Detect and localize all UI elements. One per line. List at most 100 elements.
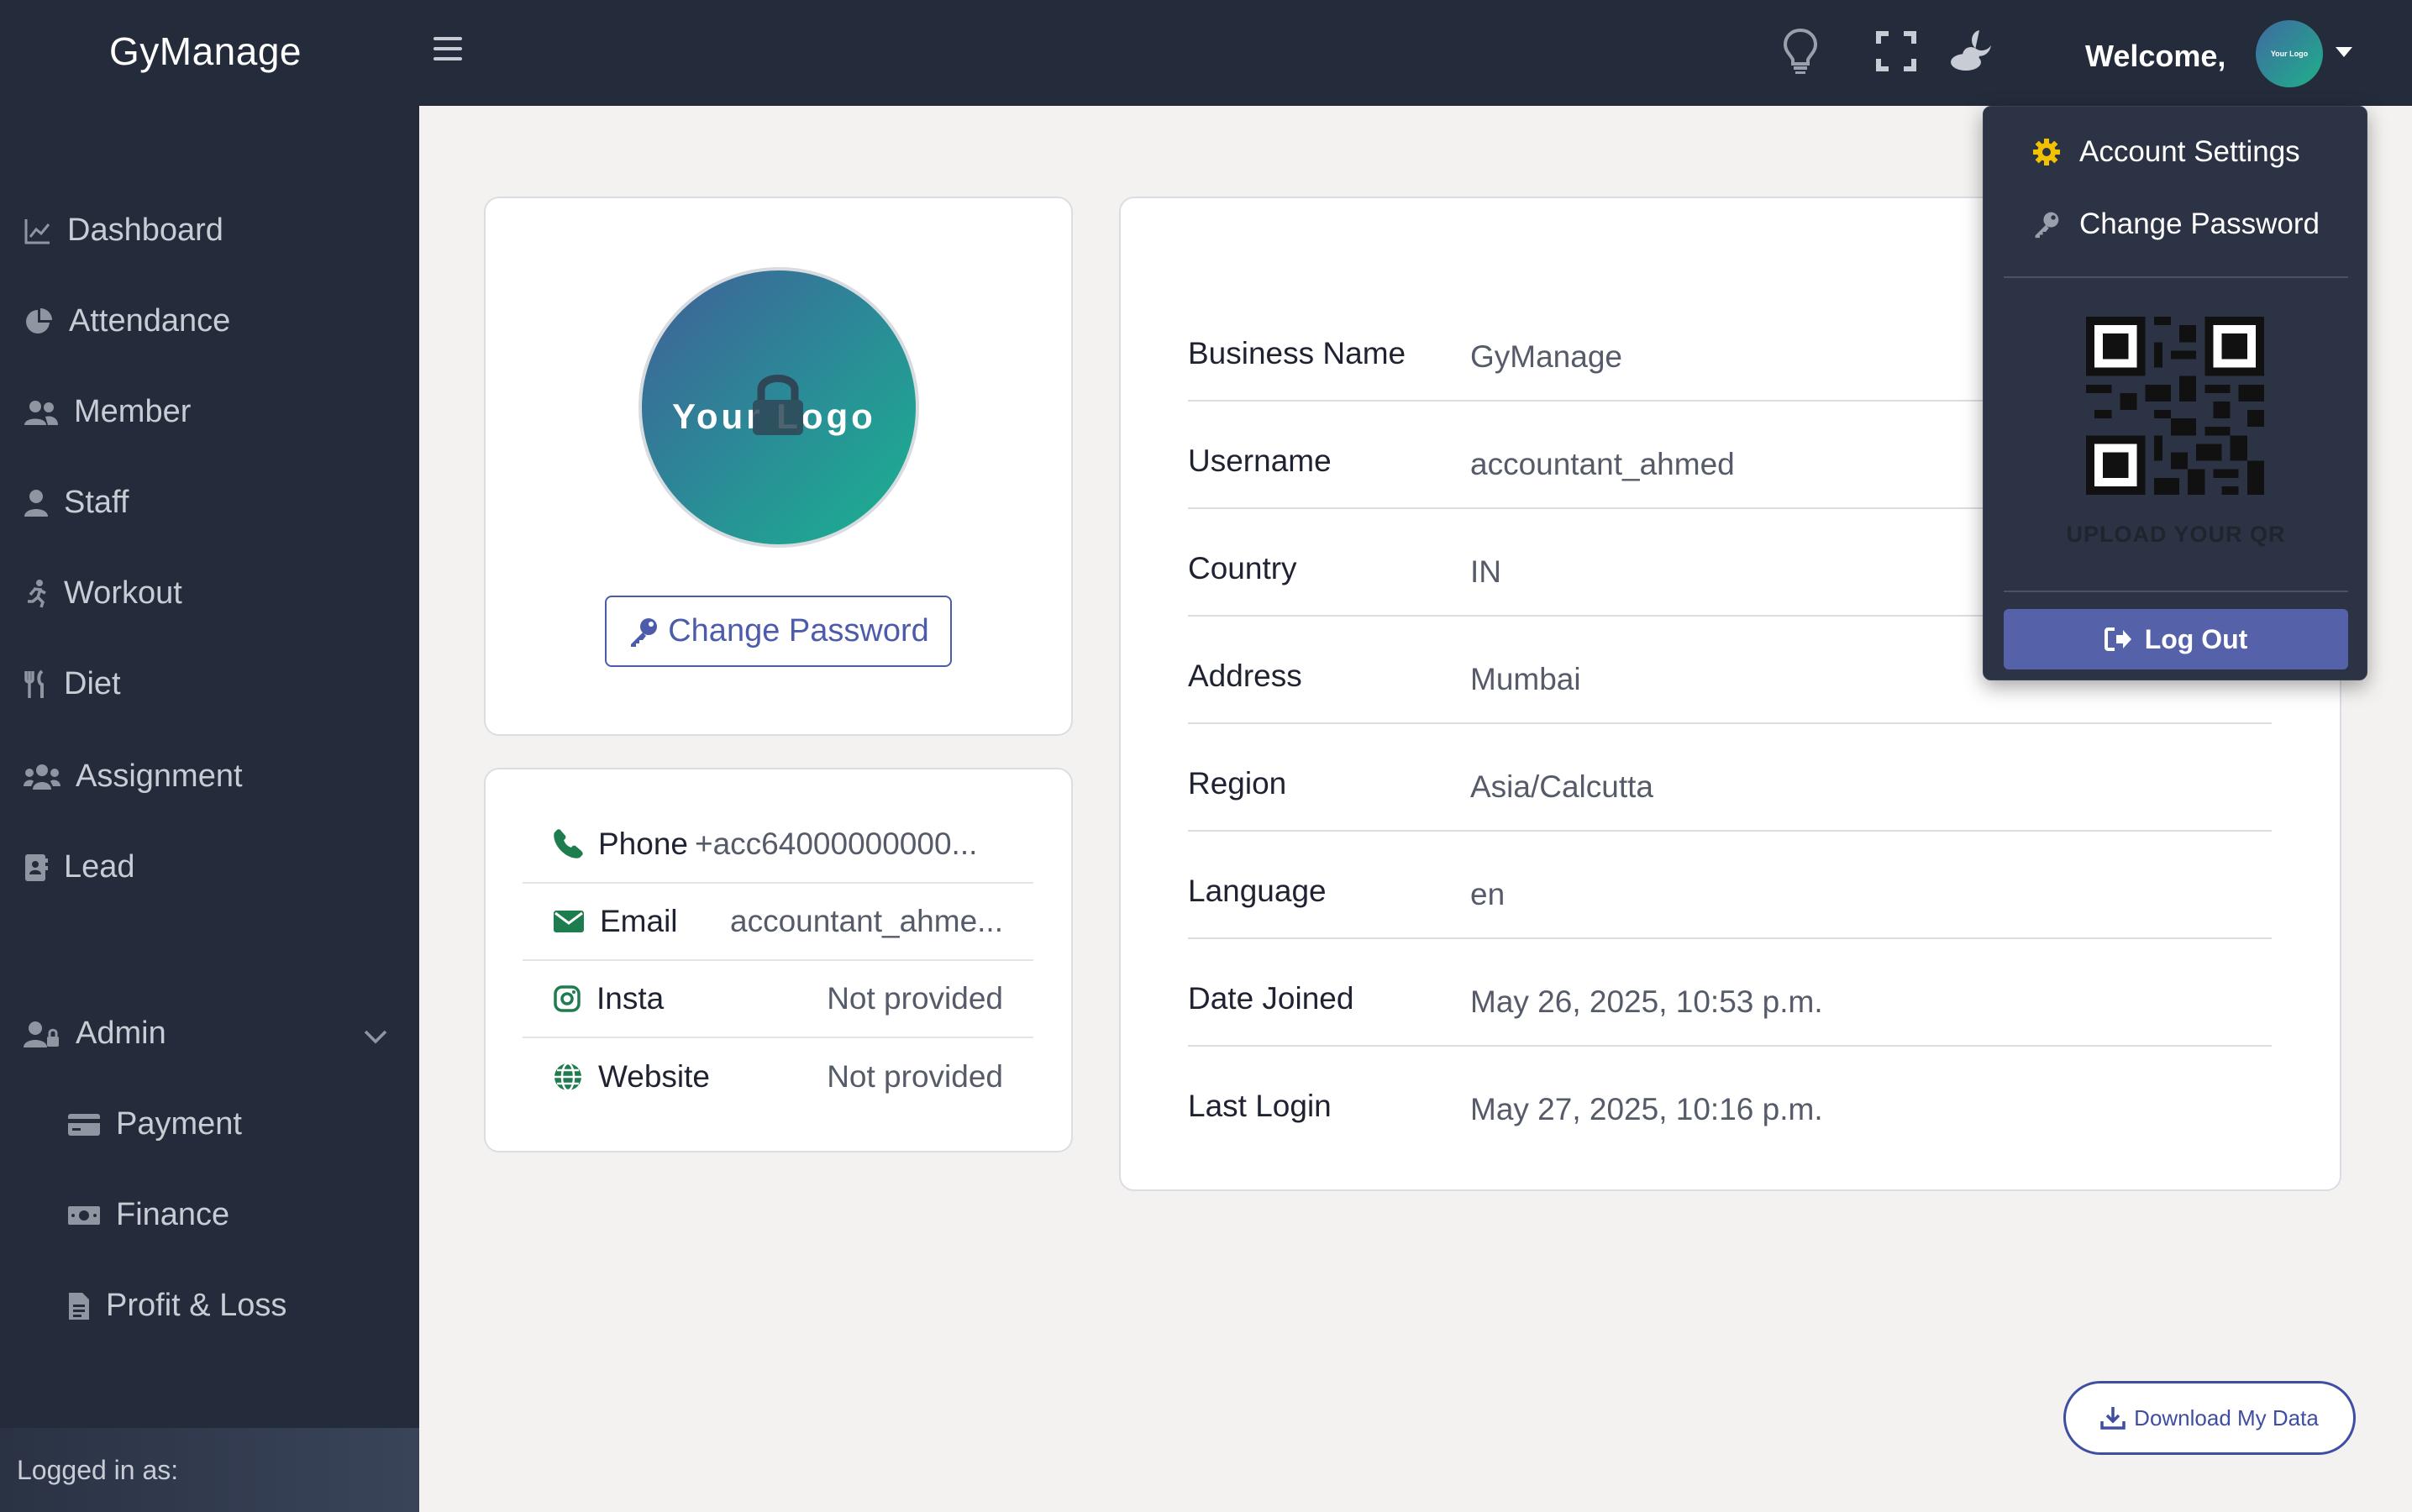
phone-label: Phone xyxy=(598,827,688,861)
detail-value: Asia/Calcutta xyxy=(1470,769,1653,804)
sidebar-item-label: Profit & Loss xyxy=(106,1288,287,1323)
sidebar-item-label: Assignment xyxy=(76,759,243,794)
detail-label: Last Login xyxy=(1188,1089,1332,1123)
instagram-icon xyxy=(554,985,581,1012)
detail-value: Mumbai xyxy=(1470,662,1581,696)
chart-line-icon xyxy=(24,218,50,244)
detail-label: Country xyxy=(1188,551,1297,585)
pie-chart-icon xyxy=(26,307,52,333)
sidebar-item-finance[interactable]: Finance xyxy=(67,1197,229,1233)
sidebar-item-label: Payment xyxy=(116,1106,242,1142)
change-password-item[interactable]: Change Password xyxy=(2032,207,2320,241)
sidebar-item-label: Dashboard xyxy=(67,213,223,248)
top-bar: GyManage Welcome, Your Logo xyxy=(0,0,2412,106)
file-icon xyxy=(69,1292,89,1320)
sidebar-item-label: Lead xyxy=(64,849,135,885)
sidebar-item-attendance[interactable]: Attendance xyxy=(24,303,230,339)
welcome-text: Welcome, xyxy=(2085,39,2226,73)
detail-label: Language xyxy=(1188,874,1327,908)
phone-value[interactable]: +acc64000000000... xyxy=(695,827,1007,862)
chevron-down-icon[interactable] xyxy=(363,1028,388,1045)
detail-label: Address xyxy=(1188,659,1302,693)
sidebar-item-label: Finance xyxy=(116,1197,230,1232)
detail-value: May 27, 2025, 10:16 p.m. xyxy=(1470,1092,1823,1126)
insta-label: Insta xyxy=(596,981,665,1016)
detail-row-region: Region Asia/Calcutta xyxy=(1188,724,2272,832)
detail-value: accountant_ahmed xyxy=(1470,447,1735,481)
change-password-label: Change Password xyxy=(668,613,929,648)
running-icon xyxy=(28,579,46,608)
detail-row-date-joined: Date Joined May 26, 2025, 10:53 p.m. xyxy=(1188,939,2272,1047)
detail-value: en xyxy=(1470,877,1506,911)
sidebar-item-label: Member xyxy=(74,394,192,429)
sidebar-item-assignment[interactable]: Assignment xyxy=(24,759,243,795)
qr-caption: UPLOAD YOUR QR xyxy=(2066,522,2286,547)
sidebar-item-staff[interactable]: Staff xyxy=(24,485,129,521)
detail-label: Date Joined xyxy=(1188,981,1354,1016)
sidebar-item-label: Diet xyxy=(64,666,121,701)
sidebar-item-workout[interactable]: Workout xyxy=(24,575,182,612)
sidebar-item-admin[interactable]: Admin xyxy=(24,1016,166,1052)
detail-value: May 26, 2025, 10:53 p.m. xyxy=(1470,984,1823,1019)
logout-label: Log Out xyxy=(2144,623,2248,654)
key-icon xyxy=(2035,212,2059,239)
email-value[interactable]: accountant_ahme... xyxy=(730,904,1033,939)
sidebar-item-dashboard[interactable]: Dashboard xyxy=(24,213,223,249)
account-settings-label: Account Settings xyxy=(2079,135,2300,168)
money-bill-icon xyxy=(68,1205,100,1225)
detail-label: Region xyxy=(1188,766,1287,801)
insta-value: Not provided xyxy=(827,981,1003,1016)
sidebar-item-payment[interactable]: Payment xyxy=(67,1106,242,1142)
sidebar-item-member[interactable]: Member xyxy=(24,394,191,430)
sidebar-item-diet[interactable]: Diet xyxy=(24,666,121,702)
account-settings-item[interactable]: Account Settings xyxy=(2032,135,2300,169)
email-label: Email xyxy=(600,904,678,938)
brand-name[interactable]: GyManage xyxy=(109,29,302,74)
divider xyxy=(2004,591,2348,592)
hamburger-menu-icon[interactable] xyxy=(434,37,462,62)
detail-label: Username xyxy=(1188,444,1332,478)
detail-row-language: Language en xyxy=(1188,832,2272,939)
contact-email-row: Email accountant_ahme... xyxy=(523,884,1033,961)
logged-in-as: Logged in as: xyxy=(0,1428,419,1512)
caret-down-icon[interactable] xyxy=(2336,47,2352,57)
download-icon xyxy=(2100,1407,2126,1430)
users-icon xyxy=(24,400,58,425)
change-password-label: Change Password xyxy=(2079,207,2320,240)
lightbulb-icon[interactable] xyxy=(1774,25,1826,77)
sidebar-item-label: Workout xyxy=(64,575,182,611)
detail-label: Business Name xyxy=(1188,336,1406,370)
user-avatar[interactable]: Your Logo xyxy=(2256,20,2323,87)
sidebar-item-label: Admin xyxy=(76,1016,166,1051)
moon-cloud-icon[interactable] xyxy=(1946,25,1998,77)
detail-value: IN xyxy=(1470,554,1501,589)
detail-row-last-login: Last Login May 27, 2025, 10:16 p.m. xyxy=(1188,1047,2272,1154)
divider xyxy=(2004,276,2348,278)
change-password-button[interactable]: Change Password xyxy=(605,596,952,667)
logout-button[interactable]: Log Out xyxy=(2004,609,2348,669)
phone-icon xyxy=(554,829,583,858)
globe-icon xyxy=(554,1062,581,1092)
contact-insta-row: Insta Not provided xyxy=(523,961,1033,1038)
qr-code-image[interactable] xyxy=(2086,317,2264,495)
download-my-data-button[interactable]: Download My Data xyxy=(2063,1381,2356,1455)
lock-icon xyxy=(753,375,803,435)
utensils-icon xyxy=(24,669,44,698)
sidebar-item-lead[interactable]: Lead xyxy=(24,849,135,885)
detail-value: GyManage xyxy=(1470,339,1622,374)
sidebar-item-label: Staff xyxy=(64,485,129,520)
sidebar-item-label: Attendance xyxy=(69,303,231,339)
website-value: Not provided xyxy=(827,1059,1003,1094)
key-icon xyxy=(631,617,658,647)
contact-phone-row: Phone +acc64000000000... xyxy=(523,806,1033,884)
user-group-icon xyxy=(24,764,60,790)
credit-card-icon xyxy=(68,1113,100,1136)
user-tie-icon xyxy=(24,489,48,517)
sidebar-item-profit-loss[interactable]: Profit & Loss xyxy=(67,1288,286,1324)
website-label: Website xyxy=(598,1059,710,1094)
address-book-icon xyxy=(25,853,48,881)
contact-website-row: Website Not provided xyxy=(523,1038,1033,1116)
fullscreen-icon[interactable] xyxy=(1870,25,1922,77)
sign-out-icon xyxy=(2104,627,2131,651)
download-label: Download My Data xyxy=(2134,1404,2319,1431)
